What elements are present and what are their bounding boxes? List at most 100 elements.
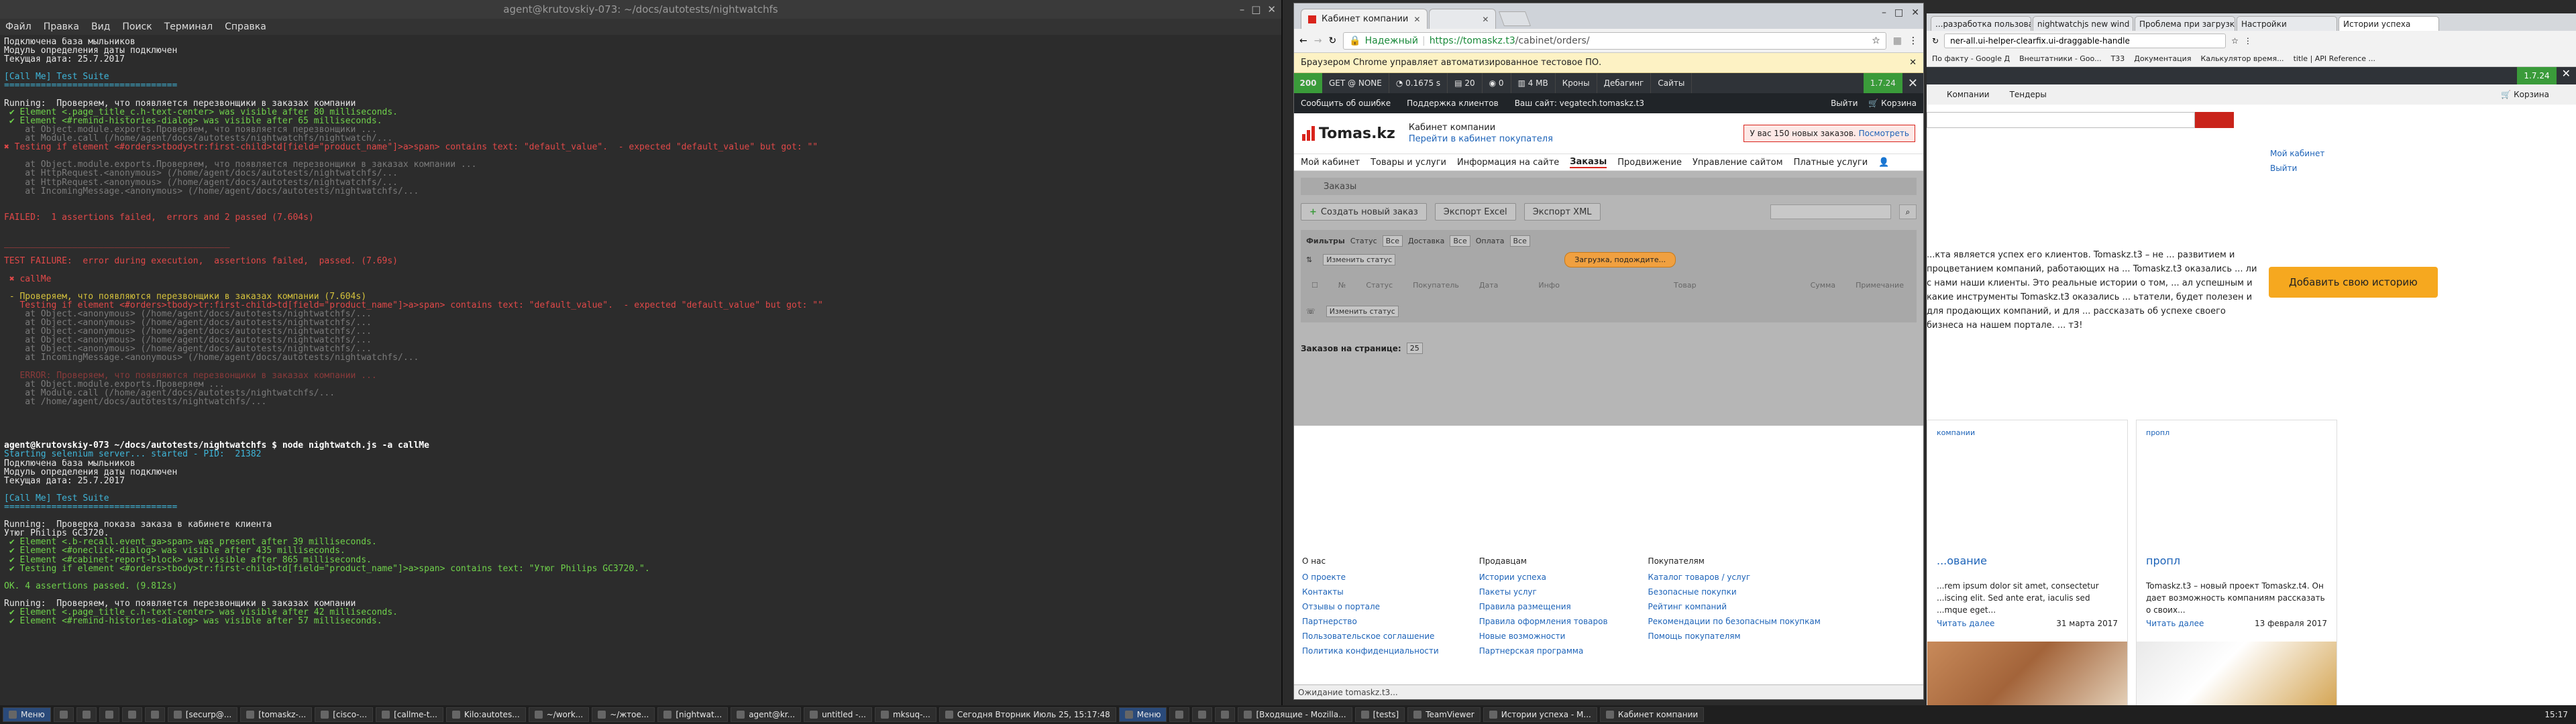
bookmark-item[interactable]: Документация <box>2134 54 2191 63</box>
debug-close-icon[interactable]: ✕ <box>1902 76 1923 90</box>
col-info[interactable]: Инфо <box>1538 281 1560 290</box>
footer-link[interactable]: Контакты <box>1302 587 1439 597</box>
taskbar-item[interactable] <box>121 707 142 722</box>
col-sum[interactable]: Сумма <box>1811 281 1836 290</box>
footer-link[interactable]: Правила оформления товаров <box>1479 617 1608 626</box>
bookmark-item[interactable]: Калькулятор время... <box>2200 54 2284 63</box>
orders-search-input[interactable] <box>1770 204 1891 219</box>
terminal-output[interactable]: Подключена база мыльников Модуль определе… <box>0 35 1281 705</box>
maximize-icon[interactable]: □ <box>1894 7 1903 18</box>
taskbar-item[interactable] <box>53 707 74 722</box>
footer-link[interactable]: Помощь покупателям <box>1648 631 1821 641</box>
my-cabinet-link[interactable]: Мой кабинет <box>2270 146 2324 161</box>
terminal-titlebar[interactable]: agent@krutovskiy-073: ~/docs/autotests/n… <box>0 0 1281 19</box>
menu-help[interactable]: Справка <box>225 21 266 32</box>
menu-kebab-icon[interactable]: ⋮ <box>2244 36 2252 46</box>
start-menu-button[interactable]: Меню <box>3 707 51 722</box>
extension-icon[interactable]: ▦ <box>1893 36 1902 46</box>
reload-icon[interactable]: ↻ <box>1328 36 1336 46</box>
debug-get[interactable]: GET @ NONE <box>1322 73 1389 93</box>
menu-my-cabinet[interactable]: Мой кабинет <box>1301 158 1360 168</box>
payment-select[interactable]: Все <box>1509 235 1530 247</box>
maximize-icon[interactable]: □ <box>1251 3 1260 15</box>
star-icon[interactable]: ☆ <box>2231 36 2239 46</box>
tab-cabinet[interactable]: Кабинет компании ✕ <box>1301 9 1428 29</box>
search-icon[interactable]: ⌕ <box>1899 204 1917 219</box>
taskbar-item[interactable] <box>76 707 97 722</box>
your-site-label[interactable]: Ваш сайт: vegatech.tomaskz.t3 <box>1515 99 1644 108</box>
taskbar-item[interactable]: TeamViewer <box>1407 707 1481 722</box>
debug-sites[interactable]: Сайты <box>1651 73 1693 93</box>
logout-link[interactable]: Выйти <box>2270 161 2324 176</box>
card-tag[interactable]: компании <box>1937 428 1975 437</box>
menu-site-management[interactable]: Управление сайтом <box>1693 158 1783 168</box>
tab-problem[interactable]: Проблема при загрузк <box>2135 16 2235 31</box>
menu-search[interactable]: Поиск <box>122 21 152 32</box>
export-excel-button[interactable]: Экспорт Excel <box>1434 203 1516 221</box>
minimize-icon[interactable]: – <box>1882 7 1886 18</box>
tab-settings[interactable]: Настройки <box>2237 16 2337 31</box>
footer-link[interactable]: Пакеты услуг <box>1479 587 1608 597</box>
debug-routes[interactable]: Кроны <box>1556 73 1597 93</box>
debug-debugging[interactable]: Дебагинг <box>1597 73 1652 93</box>
tab-empty[interactable]: ✕ <box>1429 9 1497 29</box>
taskbar-clock[interactable]: 15:17 <box>2544 710 2573 719</box>
taskbar-item[interactable] <box>99 707 119 722</box>
url-input-2[interactable]: ner-all.ui-helper-clearfix.ui-draggable-… <box>1944 34 2226 48</box>
story-card[interactable]: пропл пропл Tomaskz.t3 – новый проект To… <box>2136 420 2337 705</box>
sort-icon[interactable]: ⇅ <box>1306 255 1312 264</box>
start-menu-button[interactable]: Меню <box>1118 707 1167 722</box>
menu-info[interactable]: Информация на сайте <box>1457 158 1559 168</box>
tab-nightwatch[interactable]: nightwatchjs new wind <box>2033 16 2133 31</box>
chrome-window-success-stories[interactable]: ...разработка пользоват nightwatchjs new… <box>1927 13 2576 705</box>
footer-link[interactable]: Партнерская программа <box>1479 646 1608 656</box>
card-title[interactable]: пропл <box>2146 554 2180 567</box>
menu-promotion[interactable]: Продвижение <box>1617 158 1682 168</box>
taskbar-item[interactable]: agent@kr... <box>731 707 802 722</box>
story-card[interactable]: компании ...ование ...rem ipsum dolor si… <box>1927 420 2128 705</box>
taskbar-item[interactable] <box>1192 707 1213 722</box>
taskbar-item[interactable]: [tests] <box>1354 707 1405 722</box>
export-xml-button[interactable]: Экспорт XML <box>1523 203 1601 221</box>
taskbar-item[interactable]: ~/work... <box>528 707 590 722</box>
tab-dev[interactable]: ...разработка пользоват <box>1931 16 2031 31</box>
col-status[interactable]: Статус <box>1366 281 1393 290</box>
menu-orders[interactable]: Заказы <box>1570 157 1607 168</box>
footer-link[interactable]: Рекомендации по безопасным покупкам <box>1648 617 1821 626</box>
menu-products[interactable]: Товары и услуги <box>1371 158 1446 168</box>
col-checkbox[interactable]: ☐ <box>1311 281 1318 290</box>
taskbar-item[interactable]: [securp@... <box>167 707 238 722</box>
nav-tenders[interactable]: Тендеры <box>2010 90 2047 99</box>
taskbar-item[interactable]: Кабинет компании <box>1599 707 1705 722</box>
change-status-select[interactable]: Изменить статус <box>1323 254 1396 265</box>
footer-link[interactable]: Пользовательское соглашение <box>1302 631 1439 641</box>
taskbar-item[interactable]: [cisco-... <box>315 707 374 722</box>
breadcrumb-orders[interactable]: Заказы <box>1324 182 1356 192</box>
taskbar-item[interactable] <box>1169 707 1190 722</box>
taskbar-item[interactable]: [Входящие - Mozilla... <box>1238 707 1352 722</box>
menu-edit[interactable]: Правка <box>44 21 79 32</box>
col-date[interactable]: Дата <box>1479 281 1498 290</box>
report-bug-link[interactable]: Сообщить об ошибке <box>1301 99 1391 108</box>
taskbar-item[interactable]: ~/жтое... <box>592 707 655 722</box>
back-icon[interactable]: ← <box>1299 36 1307 46</box>
menu-view[interactable]: Вид <box>91 21 110 32</box>
infobar-close-icon[interactable]: ✕ <box>1909 58 1917 68</box>
card-title[interactable]: ...ование <box>1937 554 1987 567</box>
footer-link[interactable]: Новые возможности <box>1479 631 1608 641</box>
chrome-window-cabinet[interactable]: Кабинет компании ✕ ✕ – □ ✕ ← → ↻ 🔒 Надеж… <box>1293 3 1924 700</box>
debug-memory[interactable]: ▥ 4 MB <box>1511 73 1556 93</box>
cart-link[interactable]: 🛒 Корзина <box>2501 90 2549 99</box>
col-number[interactable]: № <box>1338 281 1346 290</box>
url-input[interactable]: 🔒 Надежный | https://tomaskz.t3/cabinet/… <box>1343 32 1886 50</box>
taskbar-item[interactable] <box>144 707 165 722</box>
per-page-select[interactable]: 25 <box>1406 343 1423 354</box>
buyer-cabinet-link[interactable]: Перейти в кабинет покупателя <box>1409 134 1553 144</box>
menu-paid-services[interactable]: Платные услуги <box>1794 158 1868 168</box>
footer-link[interactable]: Безопасные покупки <box>1648 587 1821 597</box>
debug-time[interactable]: ◔ 0.1675 s <box>1389 73 1448 93</box>
debug-queries[interactable]: ▤ 20 <box>1448 73 1483 93</box>
taskbar-item[interactable]: Истории успеха - M... <box>1483 707 1597 722</box>
new-tab-button[interactable] <box>1499 11 1532 26</box>
user-icon[interactable]: 👤 <box>1878 158 1889 168</box>
